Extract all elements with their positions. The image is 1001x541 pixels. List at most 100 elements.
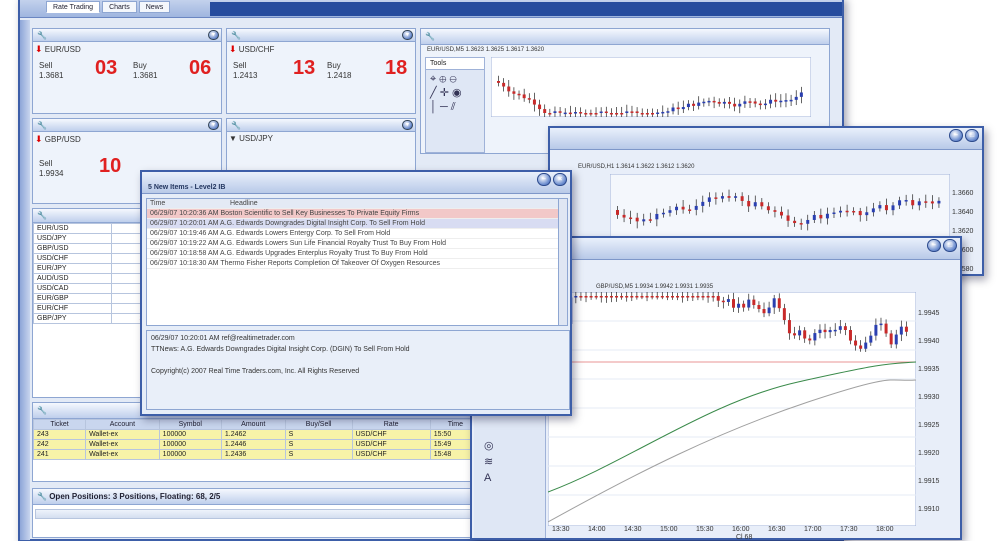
candle-body (753, 202, 757, 207)
orders-col-header[interactable]: Account (85, 419, 160, 430)
tool-icons[interactable]: ⌖ ⊕ ⊖ ╱ ✛ ◉ │ ─ ⫽ (426, 70, 484, 116)
wrench-icon[interactable]: 🔧 (37, 211, 47, 220)
vline-icon[interactable]: │ (430, 101, 437, 113)
orders-col-header[interactable]: Symbol (158, 419, 222, 430)
news-detail-line (151, 355, 565, 366)
hline-icon[interactable]: ─ (440, 101, 448, 113)
candle-body (609, 296, 613, 298)
line-tool-icon[interactable]: ╱ (430, 87, 437, 99)
news-item[interactable]: 06/29/07 10:20:01 AM A.G. Edwards Downgr… (147, 218, 559, 229)
zoom-out-icon[interactable]: ⊖ (450, 73, 457, 85)
buy-pips[interactable]: 18 (385, 57, 407, 80)
news-item[interactable]: 06/29/07 10:18:30 AM Thermo Fisher Repor… (147, 258, 559, 269)
orders-row[interactable]: 242 Wallet-ex 100000 1.2446 S USD/CHF 15:49 (32, 439, 482, 450)
rates-symbol: AUD/USD (33, 273, 112, 284)
candle-body (738, 103, 742, 107)
wrench-icon[interactable]: 🔧 (37, 492, 47, 501)
candle-body (512, 91, 516, 94)
tab-charts[interactable]: Charts (102, 1, 137, 13)
news-col-time[interactable]: Time (147, 199, 227, 209)
chart-small-plot (491, 57, 811, 117)
buy-pips[interactable]: 06 (189, 57, 211, 80)
rate-tile-eurusd[interactable]: 🔧 ▾ ⬇ EUR/USD Sell 1.3681 03 Buy 1.3681 06 (32, 28, 222, 114)
candle-body (799, 92, 803, 97)
maximize-icon[interactable]: □ (965, 129, 979, 142)
minimize-icon[interactable]: – (949, 129, 963, 142)
candle-body (780, 211, 783, 216)
rate-tile-usdchf[interactable]: 🔧 ▾ ⬇ USD/CHF Sell 1.2413 13 Buy 1.2418 18 (226, 28, 416, 114)
news-detail: 06/29/07 10:20:01 AM ref@realtimetrader.… (146, 330, 570, 410)
candle-body (779, 100, 783, 103)
buy-label: Buy (133, 61, 147, 70)
wrench-icon[interactable]: 🔧 (231, 121, 241, 130)
open-positions-panel: 🔧 Open Positions: 3 Positions, Floating:… (32, 488, 482, 538)
news-scrollbar[interactable] (558, 198, 568, 326)
chevron-down-icon[interactable]: ▾ (402, 30, 413, 40)
wrench-icon[interactable]: 🔧 (37, 31, 47, 40)
candle-body (767, 307, 771, 314)
candle-body (706, 296, 710, 298)
orders-col-header[interactable]: Ticket (32, 419, 87, 430)
candle-body (722, 101, 726, 104)
news-item[interactable]: 06/29/07 10:19:22 AM A.G. Edwards Lowers… (147, 238, 559, 249)
candle-body (799, 223, 803, 225)
cursor-icon[interactable]: ⌖ (430, 73, 436, 85)
crosshair-icon[interactable]: ✛ (440, 87, 449, 99)
news-titlebar[interactable]: 5 New Items - Level2 IB – × (142, 172, 570, 194)
pair-name: GBP/USD (44, 135, 81, 144)
minimize-icon[interactable]: – (537, 173, 551, 186)
text-icon[interactable]: A (484, 472, 491, 484)
buy-label: Buy (327, 61, 341, 70)
magnet-icon[interactable]: ◉ (452, 87, 462, 99)
orders-cell: Wallet-ex (85, 449, 160, 460)
eye-icon[interactable]: ◎ (484, 440, 494, 452)
candle-body (766, 206, 770, 211)
orders-col-header[interactable]: Buy/Sell (284, 419, 353, 430)
chevron-down-icon[interactable]: ▾ (402, 120, 413, 130)
y-tick-label: 1.9925 (918, 422, 940, 429)
zoom-in-icon[interactable]: ⊕ (439, 73, 446, 85)
wrench-icon[interactable]: 🔧 (425, 32, 435, 41)
orders-row[interactable]: 241 Wallet-ex 100000 1.2436 S USD/CHF 15:48 (32, 449, 482, 460)
news-item[interactable]: 06/29/07 10:18:58 AM A.G. Edwards Upgrad… (147, 248, 559, 259)
tab-news[interactable]: News (138, 1, 171, 13)
close-icon[interactable]: × (553, 173, 567, 186)
orders-col-header[interactable]: Rate (351, 419, 431, 430)
news-window[interactable]: 5 New Items - Level2 IB – × Time Headline … (140, 170, 572, 416)
tab-rate-trading[interactable]: Rate Trading (46, 1, 101, 13)
minimize-icon[interactable]: – (927, 239, 941, 252)
candle-body (665, 296, 669, 298)
wrench-icon[interactable]: 🔧 (231, 31, 241, 40)
sell-pips[interactable]: 10 (99, 155, 121, 178)
chart-tool-palette[interactable]: Tools ⌖ ⊕ ⊖ ╱ ✛ ◉ │ ─ ⫽ (425, 57, 485, 153)
candle-body (694, 205, 698, 210)
news-list[interactable]: Time Headline 06/29/07 10:20:36 AM Boston… (146, 198, 560, 326)
chart-large-x-axis: 13:30 14:00 14:30 15:00 15:30 16:00 16:30 17:00… (548, 526, 916, 536)
fib-icon[interactable]: ≋ (484, 456, 493, 468)
wrench-icon[interactable]: 🔧 (37, 121, 47, 130)
orders-row[interactable]: 243 Wallet-ex 100000 1.2462 S USD/CHF 15:50 (32, 429, 482, 440)
y-tick-label: 1.9940 (918, 338, 940, 345)
orders-col-header[interactable]: Amount (220, 419, 286, 430)
candle-body (899, 326, 903, 335)
candle-body (871, 208, 875, 213)
candle-body (625, 296, 629, 298)
candle-body (714, 197, 718, 199)
candle-body (721, 300, 725, 303)
chart-large-tools[interactable]: ◎ ≋ A (484, 438, 494, 486)
chevron-down-icon[interactable]: ▾ (208, 30, 219, 40)
news-item[interactable]: 06/29/07 10:19:46 AM A.G. Edwards Lowers… (147, 228, 559, 239)
candle-body (812, 214, 816, 220)
candle-body (670, 296, 674, 298)
candle-body (629, 217, 633, 220)
chart-mid-titlebar[interactable]: – □ (550, 128, 982, 150)
sell-pips[interactable]: 13 (293, 57, 315, 80)
channel-icon[interactable]: ⫽ (451, 101, 456, 113)
news-item[interactable]: 06/29/07 10:20:36 AM Boston Scientific t… (147, 208, 559, 219)
news-col-headline[interactable]: Headline (227, 199, 559, 209)
sell-pips[interactable]: 03 (95, 57, 117, 80)
candle-body (825, 213, 829, 219)
wrench-icon[interactable]: 🔧 (37, 406, 47, 415)
maximize-icon[interactable]: □ (943, 239, 957, 252)
chevron-down-icon[interactable]: ▾ (208, 120, 219, 130)
